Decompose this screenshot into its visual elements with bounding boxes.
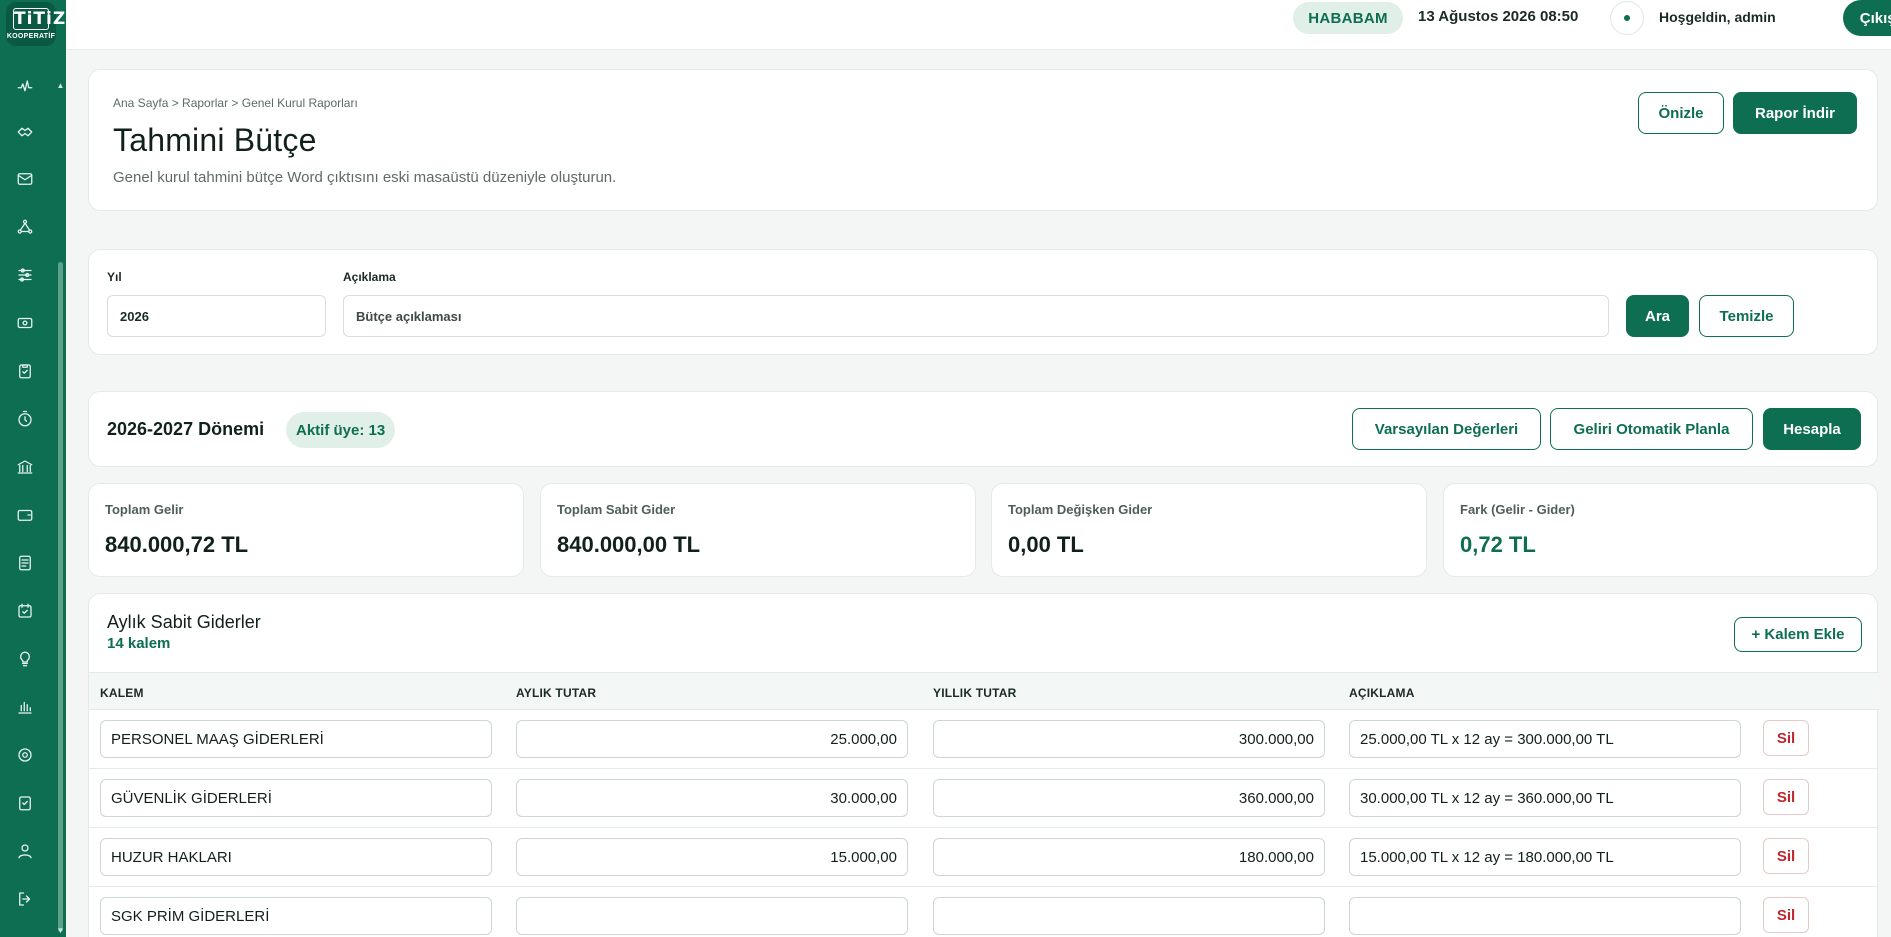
bar-chart-icon[interactable] — [14, 696, 36, 718]
note-input[interactable]: 15.000,00 TL x 12 ay = 180.000,00 TL — [1349, 838, 1741, 876]
bank-icon[interactable] — [14, 456, 36, 478]
mail-icon[interactable] — [14, 168, 36, 190]
stat-label: Toplam Gelir — [105, 502, 184, 517]
filter-card: Yıl Açıklama Ara Temizle — [88, 249, 1878, 355]
current-datetime: 13 Ağustos 2026 08:50 — [1418, 8, 1579, 25]
page-title: Tahmini Bütçe — [113, 122, 317, 158]
money-icon[interactable] — [14, 312, 36, 334]
online-status — [1610, 1, 1644, 35]
sidebar-scrollbar[interactable] — [58, 262, 63, 932]
clear-button[interactable]: Temizle — [1699, 295, 1794, 337]
item-count: 14 kalem — [107, 635, 171, 652]
stat-label: Toplam Değişken Gider — [1008, 502, 1153, 517]
column-header-item: KALEM — [100, 686, 144, 700]
table-header: KALEM AYLIK TUTAR YILLIK TUTAR AÇIKLAMA — [89, 672, 1879, 710]
download-report-button[interactable]: Rapor İndir — [1733, 92, 1857, 134]
note-input[interactable] — [1349, 897, 1741, 935]
auto-plan-income-button[interactable]: Geliri Otomatik Planla — [1550, 408, 1753, 450]
stat-label: Toplam Sabit Gider — [557, 502, 676, 517]
table-row: PERSONEL MAAŞ GİDERLERİ 25.000,00 300.00… — [89, 710, 1879, 769]
stat-value: 0,72 TL — [1460, 532, 1536, 557]
monthly-amount-input[interactable] — [516, 897, 908, 935]
delete-row-button[interactable]: Sil — [1763, 779, 1809, 815]
stat-card-variable-expense: Toplam Değişken Gider 0,00 TL — [991, 483, 1427, 577]
preview-button[interactable]: Önizle — [1638, 92, 1724, 134]
wallet-icon[interactable] — [14, 504, 36, 526]
sidebar: TiTiZ KOOPERATİF ▲ ▼ — [0, 0, 66, 937]
delete-row-button[interactable]: Sil — [1763, 838, 1809, 874]
yearly-amount-input[interactable]: 360.000,00 — [933, 779, 1325, 817]
item-name-input[interactable]: GÜVENLİK GİDERLERİ — [100, 779, 492, 817]
table-row: HUZUR HAKLARI 15.000,00 180.000,00 15.00… — [89, 828, 1879, 887]
stat-value: 0,00 TL — [1008, 532, 1084, 557]
monthly-amount-input[interactable]: 15.000,00 — [516, 838, 908, 876]
stat-label: Fark (Gelir - Gider) — [1460, 502, 1575, 517]
organization-badge: HABABAM — [1293, 2, 1403, 34]
timer-icon[interactable] — [14, 408, 36, 430]
period-title: 2026-2027 Dönemi — [107, 419, 265, 439]
column-header-yearly: YILLIK TUTAR — [933, 686, 1017, 700]
table-title: Aylık Sabit Giderler — [107, 612, 261, 632]
sidebar-scroll-up[interactable]: ▲ — [56, 82, 65, 90]
year-label: Yıl — [107, 270, 122, 284]
document-icon[interactable] — [14, 552, 36, 574]
logo-subtitle: KOOPERATİF — [6, 33, 56, 40]
stat-value: 840.000,00 TL — [557, 532, 701, 557]
yearly-amount-input[interactable]: 180.000,00 — [933, 838, 1325, 876]
fixed-expenses-card: Aylık Sabit Giderler 14 kalem + Kalem Ek… — [88, 593, 1879, 937]
stat-card-difference: Fark (Gelir - Gider) 0,72 TL — [1443, 483, 1878, 577]
yearly-amount-input[interactable]: 300.000,00 — [933, 720, 1325, 758]
logout-button[interactable]: Çıkış Yap — [1843, 0, 1891, 36]
breadcrumb: Ana Sayfa > Raporlar > Genel Kurul Rapor… — [113, 96, 358, 110]
column-header-note: AÇIKLAMA — [1349, 686, 1415, 700]
table-row: SGK PRİM GİDERLERİ Sil — [89, 887, 1879, 937]
calendar-check-icon[interactable] — [14, 600, 36, 622]
delete-row-button[interactable]: Sil — [1763, 720, 1809, 756]
note-input[interactable]: 30.000,00 TL x 12 ay = 360.000,00 TL — [1349, 779, 1741, 817]
period-card: 2026-2027 Dönemi Aktif üye: 13 Varsayıla… — [88, 391, 1878, 467]
lightbulb-icon[interactable] — [14, 648, 36, 670]
description-input[interactable] — [343, 295, 1609, 337]
topbar: HABABAM 13 Ağustos 2026 08:50 Hoşgeldin,… — [66, 0, 1891, 50]
item-name-input[interactable]: HUZUR HAKLARI — [100, 838, 492, 876]
active-members-badge: Aktif üye: 13 — [286, 412, 396, 448]
logo-mark: TiTiZ — [13, 8, 67, 30]
sidebar-scroll-down[interactable]: ▼ — [56, 927, 65, 935]
user-icon[interactable] — [14, 840, 36, 862]
status-dot-icon — [1624, 15, 1630, 21]
monthly-amount-input[interactable]: 30.000,00 — [516, 779, 908, 817]
item-name-input[interactable]: PERSONEL MAAŞ GİDERLERİ — [100, 720, 492, 758]
year-input[interactable] — [107, 295, 326, 337]
brand-logo[interactable]: TiTiZ KOOPERATİF — [6, 2, 67, 46]
note-input[interactable]: 25.000,00 TL x 12 ay = 300.000,00 TL — [1349, 720, 1741, 758]
description-label: Açıklama — [343, 270, 396, 284]
logout-icon[interactable] — [14, 888, 36, 910]
settings-icon[interactable] — [14, 744, 36, 766]
page-description: Genel kurul tahmini bütçe Word çıktısını… — [113, 169, 617, 186]
monthly-amount-input[interactable]: 25.000,00 — [516, 720, 908, 758]
handshake-icon[interactable] — [14, 121, 36, 143]
activity-icon[interactable] — [14, 76, 36, 98]
sliders-icon[interactable] — [14, 264, 36, 286]
network-icon[interactable] — [14, 216, 36, 238]
welcome-text: Hoşgeldin, admin — [1659, 9, 1776, 25]
column-header-monthly: AYLIK TUTAR — [516, 686, 597, 700]
stat-card-fixed-expense: Toplam Sabit Gider 840.000,00 TL — [540, 483, 976, 577]
delete-row-button[interactable]: Sil — [1763, 897, 1809, 933]
table-row: GÜVENLİK GİDERLERİ 30.000,00 360.000,00 … — [89, 769, 1879, 828]
item-name-input[interactable]: SGK PRİM GİDERLERİ — [100, 897, 492, 935]
calculate-button[interactable]: Hesapla — [1763, 408, 1861, 450]
page-header-card: Ana Sayfa > Raporlar > Genel Kurul Rapor… — [88, 69, 1878, 211]
task-icon[interactable] — [14, 792, 36, 814]
clipboard-check-icon[interactable] — [14, 360, 36, 382]
stat-value: 840.000,72 TL — [105, 532, 249, 557]
stat-card-total-income: Toplam Gelir 840.000,72 TL — [88, 483, 524, 577]
default-values-button[interactable]: Varsayılan Değerleri — [1352, 408, 1541, 450]
search-button[interactable]: Ara — [1626, 295, 1689, 337]
add-item-button[interactable]: + Kalem Ekle — [1734, 617, 1862, 652]
yearly-amount-input[interactable] — [933, 897, 1325, 935]
